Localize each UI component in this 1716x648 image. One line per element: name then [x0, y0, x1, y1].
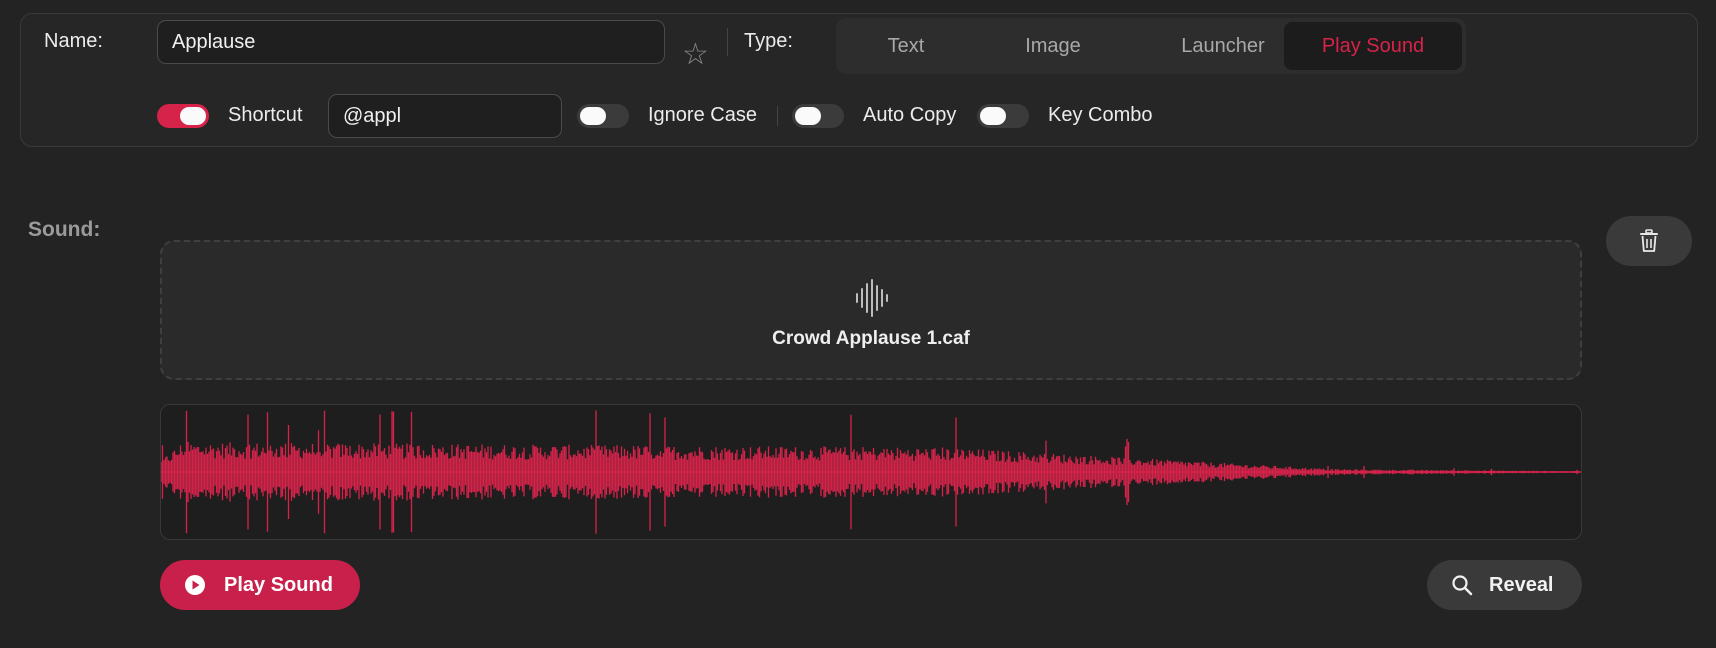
- type-segmented-control: Text Image Launcher Play Sound: [836, 18, 1466, 74]
- type-label: Type:: [744, 30, 793, 52]
- key-combo-toggle[interactable]: [977, 104, 1029, 128]
- auto-copy-label: Auto Copy: [863, 104, 957, 126]
- name-input[interactable]: Applause: [157, 20, 665, 64]
- star-icon[interactable]: ☆: [682, 38, 709, 72]
- waveform-icon: [856, 279, 888, 317]
- sound-drop-zone[interactable]: Crowd Applause 1.caf: [160, 240, 1582, 380]
- type-option-image[interactable]: Image: [974, 22, 1132, 70]
- key-combo-label: Key Combo: [1048, 104, 1153, 126]
- play-sound-label: Play Sound: [224, 573, 333, 596]
- auto-copy-toggle[interactable]: [792, 104, 844, 128]
- sound-waveform[interactable]: [160, 404, 1582, 540]
- type-option-text[interactable]: Text: [840, 22, 972, 70]
- ignore-case-label: Ignore Case: [648, 104, 757, 126]
- shortcut-toggle[interactable]: [157, 104, 209, 128]
- shortcut-label: Shortcut: [228, 104, 303, 126]
- name-label: Name:: [44, 30, 103, 52]
- item-settings-panel: Name: Applause ☆ Type: Text Image Launch…: [20, 13, 1698, 147]
- type-option-play-sound[interactable]: Play Sound: [1284, 22, 1462, 70]
- sound-label: Sound:: [28, 218, 101, 241]
- shortcut-input[interactable]: @appl: [328, 94, 562, 138]
- waveform-graphic: [161, 410, 1581, 534]
- trash-icon: [1640, 229, 1658, 252]
- divider: [727, 28, 728, 56]
- play-icon: [185, 575, 205, 595]
- reveal-label: Reveal: [1489, 573, 1554, 596]
- divider: [777, 106, 778, 126]
- reveal-button[interactable]: Reveal: [1427, 560, 1582, 610]
- ignore-case-toggle[interactable]: [577, 104, 629, 128]
- play-sound-button[interactable]: Play Sound: [160, 560, 360, 610]
- sound-file-name: Crowd Applause 1.caf: [772, 328, 970, 349]
- magnifier-icon: [1452, 575, 1473, 596]
- delete-sound-button[interactable]: [1606, 216, 1692, 266]
